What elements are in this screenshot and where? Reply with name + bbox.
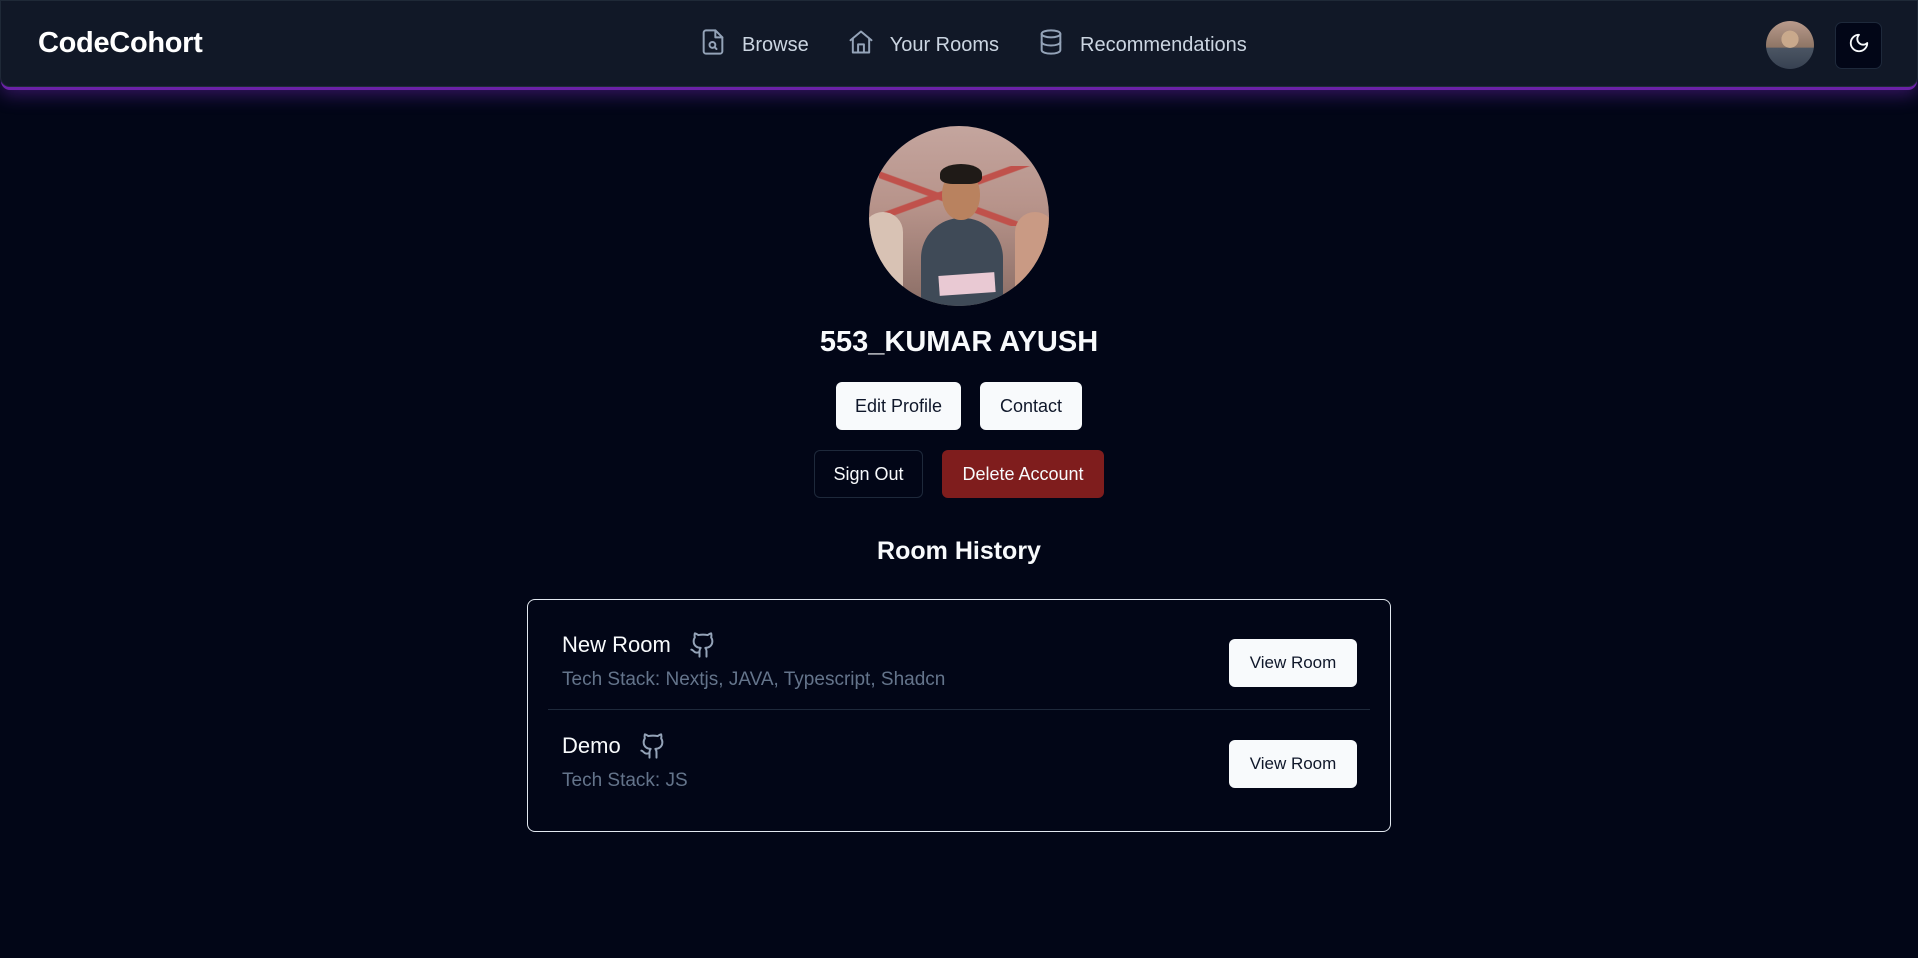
top-navbar: CodeCohort Browse Your Rooms Recommendat… bbox=[0, 0, 1918, 87]
main-nav: Browse Your Rooms Recommendations bbox=[699, 28, 1247, 62]
sign-out-button[interactable]: Sign Out bbox=[814, 450, 923, 498]
user-avatar[interactable] bbox=[1766, 21, 1814, 69]
nav-recommendations-label: Recommendations bbox=[1080, 33, 1247, 56]
profile-name: 553_KUMAR AYUSH bbox=[819, 326, 1099, 358]
github-icon[interactable] bbox=[639, 732, 667, 760]
view-room-button[interactable]: View Room bbox=[1229, 740, 1357, 788]
contact-button[interactable]: Contact bbox=[980, 382, 1082, 430]
theme-toggle-button[interactable] bbox=[1835, 22, 1882, 69]
moon-icon bbox=[1848, 32, 1870, 59]
room-history-title: Room History bbox=[877, 537, 1041, 565]
nav-your-rooms[interactable]: Your Rooms bbox=[847, 28, 999, 62]
room-history-card: New Room Tech Stack: Nextjs, JAVA, Types… bbox=[527, 599, 1391, 832]
room-name: New Room bbox=[562, 632, 671, 657]
room-name: Demo bbox=[562, 733, 621, 758]
edit-profile-button[interactable]: Edit Profile bbox=[836, 382, 961, 430]
nav-your-rooms-label: Your Rooms bbox=[889, 33, 1000, 56]
profile-photo bbox=[869, 126, 1049, 306]
room-tech-stack: Tech Stack: Nextjs, JAVA, Typescript, Sh… bbox=[562, 669, 946, 690]
github-icon[interactable] bbox=[689, 631, 717, 659]
nav-browse[interactable]: Browse bbox=[699, 28, 809, 62]
delete-account-button[interactable]: Delete Account bbox=[942, 450, 1104, 498]
room-tech-stack: Tech Stack: JS bbox=[562, 770, 688, 791]
nav-browse-label: Browse bbox=[742, 33, 809, 56]
view-room-button[interactable]: View Room bbox=[1229, 639, 1357, 687]
home-icon bbox=[847, 28, 875, 62]
room-list-item: Demo Tech Stack: JS View Room bbox=[548, 712, 1370, 812]
room-list-item: New Room Tech Stack: Nextjs, JAVA, Types… bbox=[548, 610, 1370, 710]
file-search-icon bbox=[699, 28, 727, 62]
brand-logo[interactable]: CodeCohort bbox=[38, 27, 203, 60]
nav-recommendations[interactable]: Recommendations bbox=[1037, 28, 1247, 62]
database-icon bbox=[1037, 28, 1065, 62]
